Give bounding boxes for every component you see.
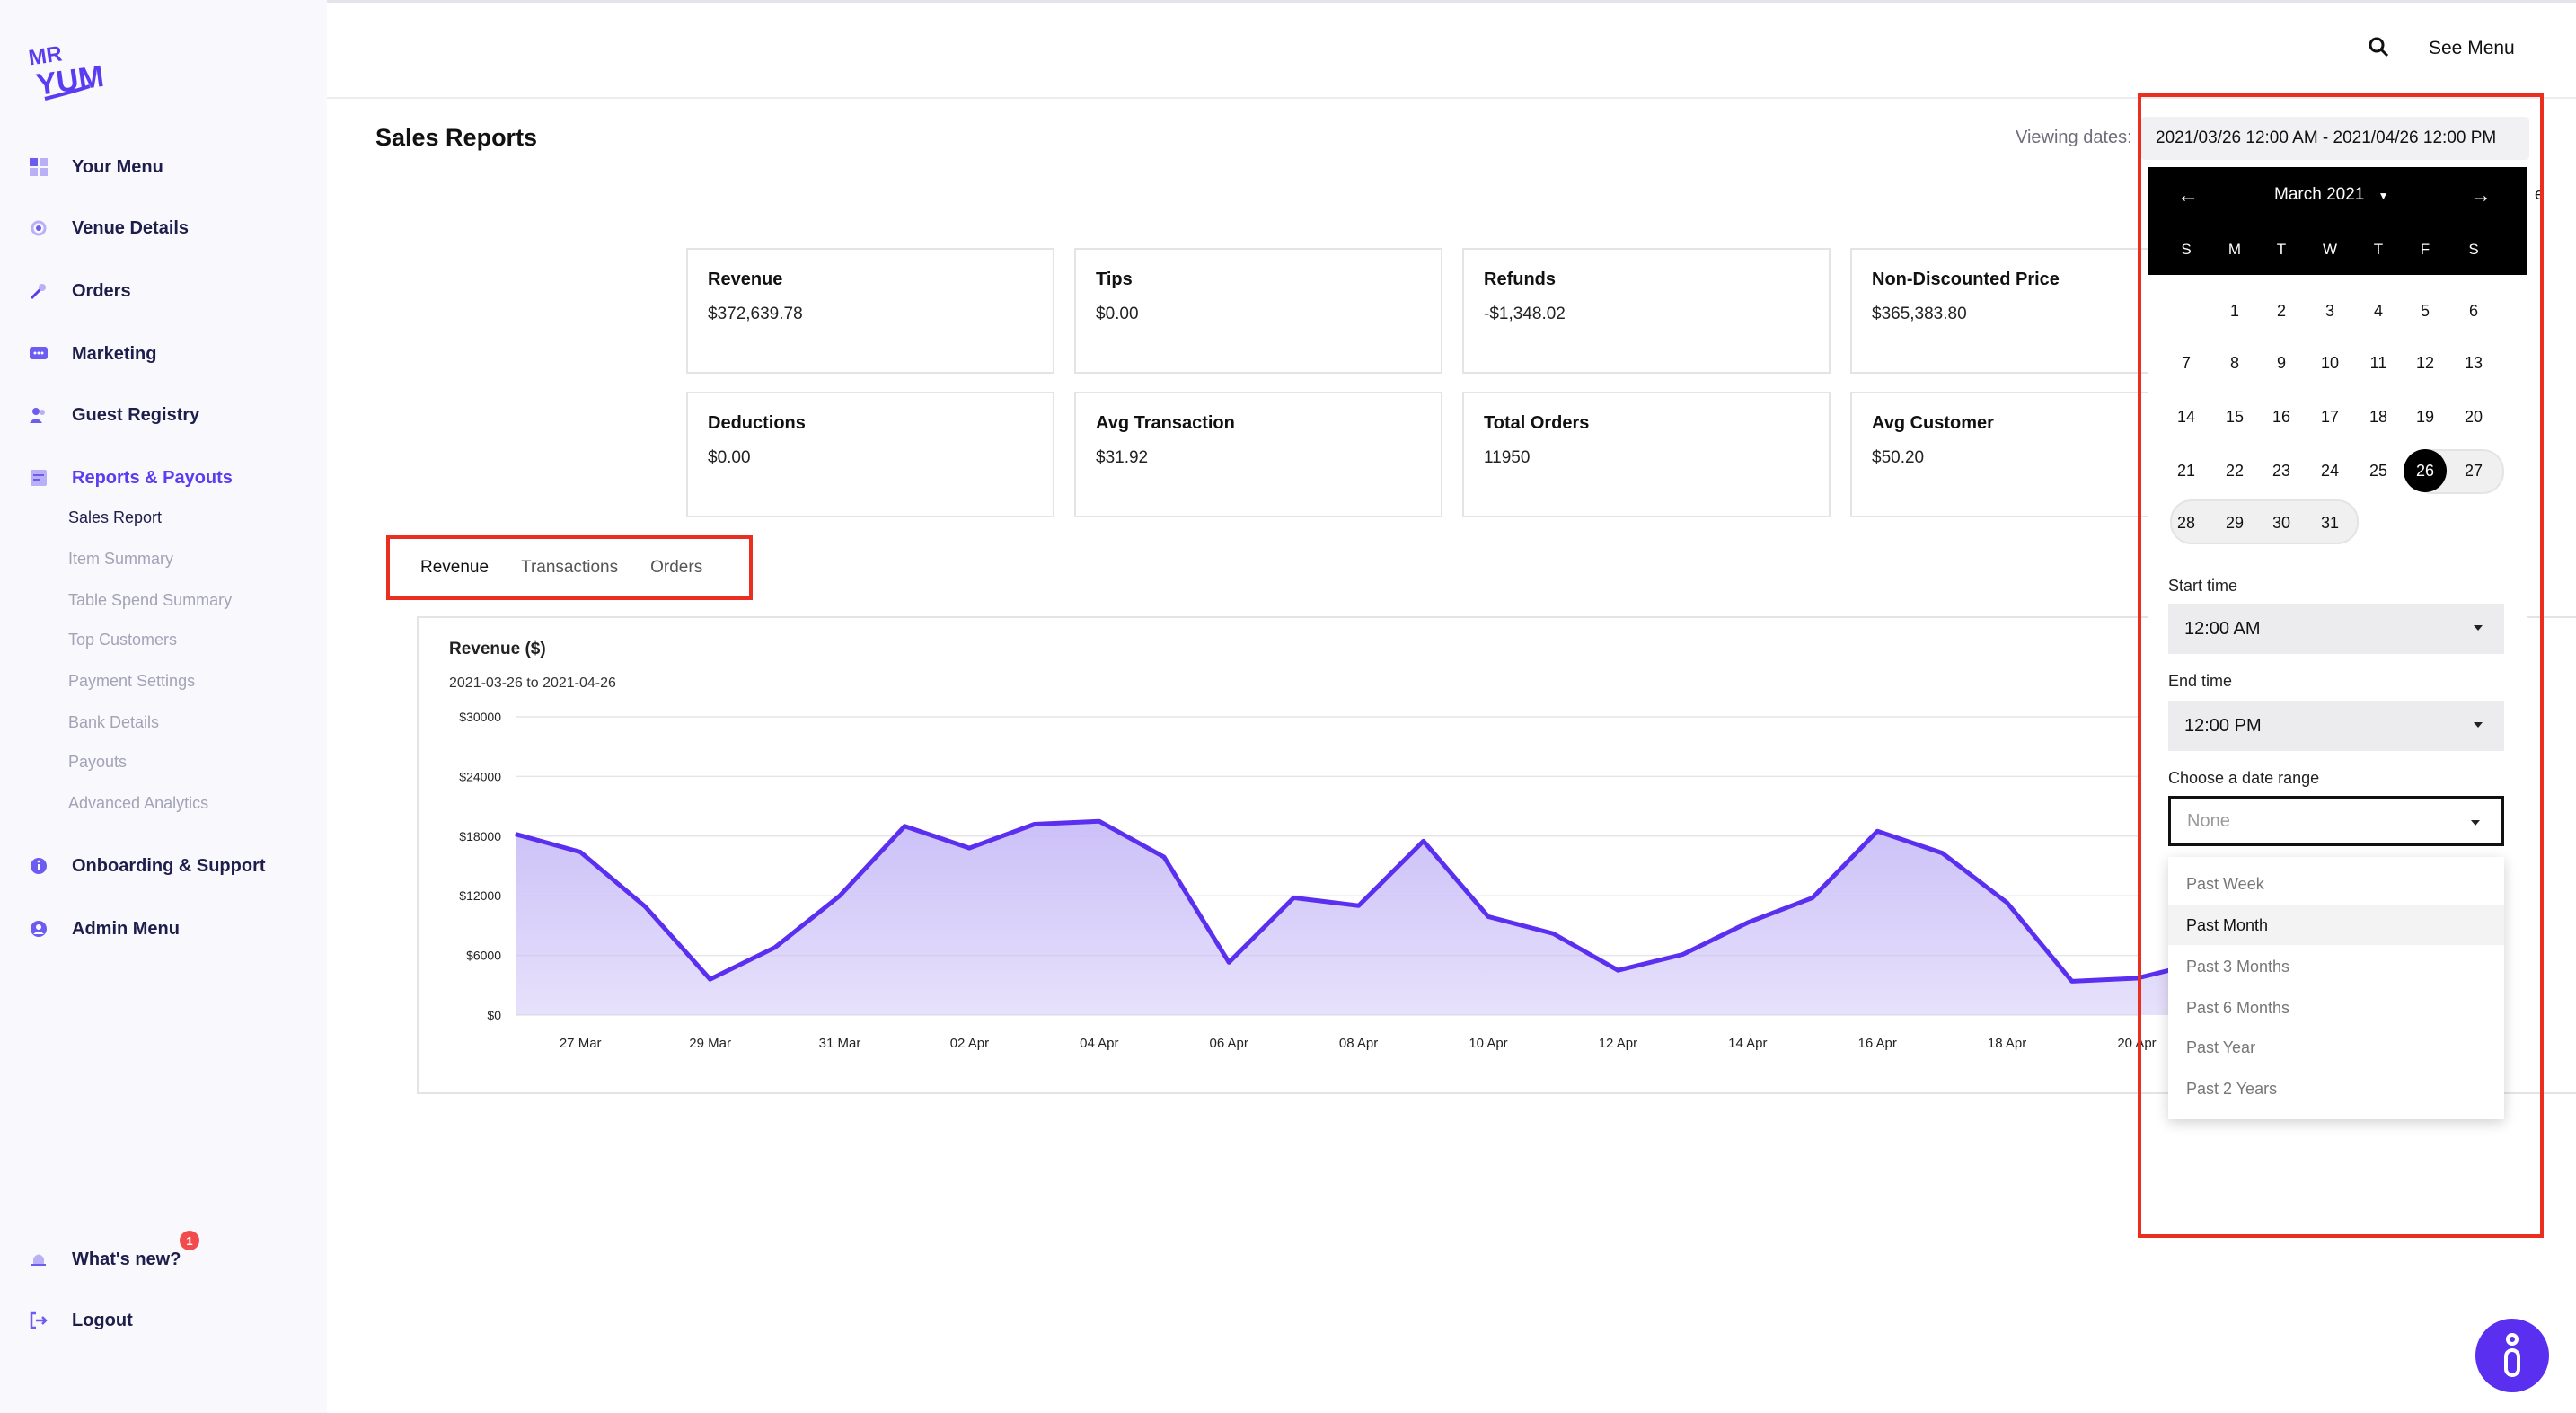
stat-card-deductions: Deductions $0.00 xyxy=(686,392,1054,517)
wrench-icon xyxy=(27,279,50,303)
sub-item-item-summary[interactable]: Item Summary xyxy=(68,550,173,569)
chart-title: Revenue ($) xyxy=(449,640,546,658)
sidebar: MR YUM Your Menu Venue Details Orders Ma… xyxy=(0,0,327,1413)
sidebar-item-marketing[interactable]: Marketing xyxy=(27,336,156,372)
picker-annotation-outline xyxy=(2138,93,2544,1238)
sidebar-item-onboarding-support[interactable]: Onboarding & Support xyxy=(27,848,266,884)
chart-subtitle: 2021-03-26 to 2021-04-26 xyxy=(449,676,616,691)
stat-value: $372,639.78 xyxy=(708,305,803,323)
sub-item-payment-settings[interactable]: Payment Settings xyxy=(68,672,195,691)
sidebar-item-label: Orders xyxy=(72,280,131,301)
search-icon[interactable] xyxy=(2368,36,2393,61)
notification-badge: 1 xyxy=(180,1231,199,1250)
sub-item-sales-report[interactable]: Sales Report xyxy=(68,508,162,527)
info-icon xyxy=(27,854,50,878)
sub-item-top-customers[interactable]: Top Customers xyxy=(68,631,177,649)
sidebar-item-orders[interactable]: Orders xyxy=(27,273,131,309)
sidebar-item-admin-menu[interactable]: Admin Menu xyxy=(27,911,180,947)
stat-value: $31.92 xyxy=(1096,448,1149,467)
help-button[interactable] xyxy=(2475,1319,2549,1392)
sidebar-item-your-menu[interactable]: Your Menu xyxy=(27,149,163,185)
stat-label: Total Orders xyxy=(1484,413,1590,433)
mr-yum-logo[interactable]: MR YUM xyxy=(27,40,108,104)
sidebar-item-label: Venue Details xyxy=(72,217,190,238)
stat-card-avg-transaction: Avg Transaction $31.92 xyxy=(1074,392,1442,517)
viewing-dates-label: Viewing dates: xyxy=(2016,128,2132,147)
bell-icon xyxy=(27,1248,50,1271)
tab-transactions[interactable]: Transactions xyxy=(521,558,618,578)
sidebar-item-reports-payouts[interactable]: Reports & Payouts xyxy=(27,460,233,496)
stat-label: Avg Transaction xyxy=(1096,413,1235,433)
stat-value: 11950 xyxy=(1484,448,1531,467)
stat-card-total-orders: Total Orders 11950 xyxy=(1462,392,1831,517)
sidebar-item-label: What's new? xyxy=(72,1249,181,1269)
stat-label: Revenue xyxy=(708,269,783,289)
info-icon xyxy=(2504,1333,2520,1377)
chart-tabs: Revenue Transactions Orders xyxy=(386,535,753,600)
stat-value: $0.00 xyxy=(708,448,751,467)
stat-label: Tips xyxy=(1096,269,1133,289)
users-icon xyxy=(27,403,50,427)
sidebar-item-label: Reports & Payouts xyxy=(72,467,233,488)
stat-value: -$1,348.02 xyxy=(1484,305,1566,323)
stat-card-revenue: Revenue $372,639.78 xyxy=(686,248,1054,374)
sub-item-table-spend-summary[interactable]: Table Spend Summary xyxy=(68,591,232,610)
tab-revenue[interactable]: Revenue xyxy=(420,558,489,578)
sidebar-item-label: Your Menu xyxy=(72,156,163,177)
sidebar-item-label: Admin Menu xyxy=(72,918,180,939)
logout-icon xyxy=(27,1309,50,1332)
sidebar-item-label: Guest Registry xyxy=(72,404,200,425)
page-title: Sales Reports xyxy=(375,124,538,151)
sub-item-payouts[interactable]: Payouts xyxy=(68,753,127,772)
grid-icon xyxy=(27,155,50,179)
tab-orders[interactable]: Orders xyxy=(650,558,702,578)
sidebar-item-whats-new[interactable]: What's new? 1 xyxy=(27,1231,199,1277)
sidebar-item-label: Marketing xyxy=(72,343,157,364)
sidebar-item-guest-registry[interactable]: Guest Registry xyxy=(27,397,199,433)
top-border xyxy=(327,0,2576,3)
gear-icon xyxy=(27,216,50,240)
sub-item-advanced-analytics[interactable]: Advanced Analytics xyxy=(68,794,208,813)
report-icon xyxy=(27,466,50,490)
chat-icon xyxy=(27,342,50,366)
admin-icon xyxy=(27,917,50,941)
see-menu-link[interactable]: See Menu xyxy=(2429,38,2515,59)
stat-value: $0.00 xyxy=(1096,305,1139,323)
sidebar-item-label: Onboarding & Support xyxy=(72,855,266,876)
sidebar-item-logout[interactable]: Logout xyxy=(27,1303,133,1338)
stat-card-tips: Tips $0.00 xyxy=(1074,248,1442,374)
stat-label: Deductions xyxy=(708,413,806,433)
stat-card-refunds: Refunds -$1,348.02 xyxy=(1462,248,1831,374)
sidebar-item-venue-details[interactable]: Venue Details xyxy=(27,210,189,246)
sidebar-item-label: Logout xyxy=(72,1310,133,1330)
sub-item-bank-details[interactable]: Bank Details xyxy=(68,713,159,732)
stat-label: Refunds xyxy=(1484,269,1556,289)
